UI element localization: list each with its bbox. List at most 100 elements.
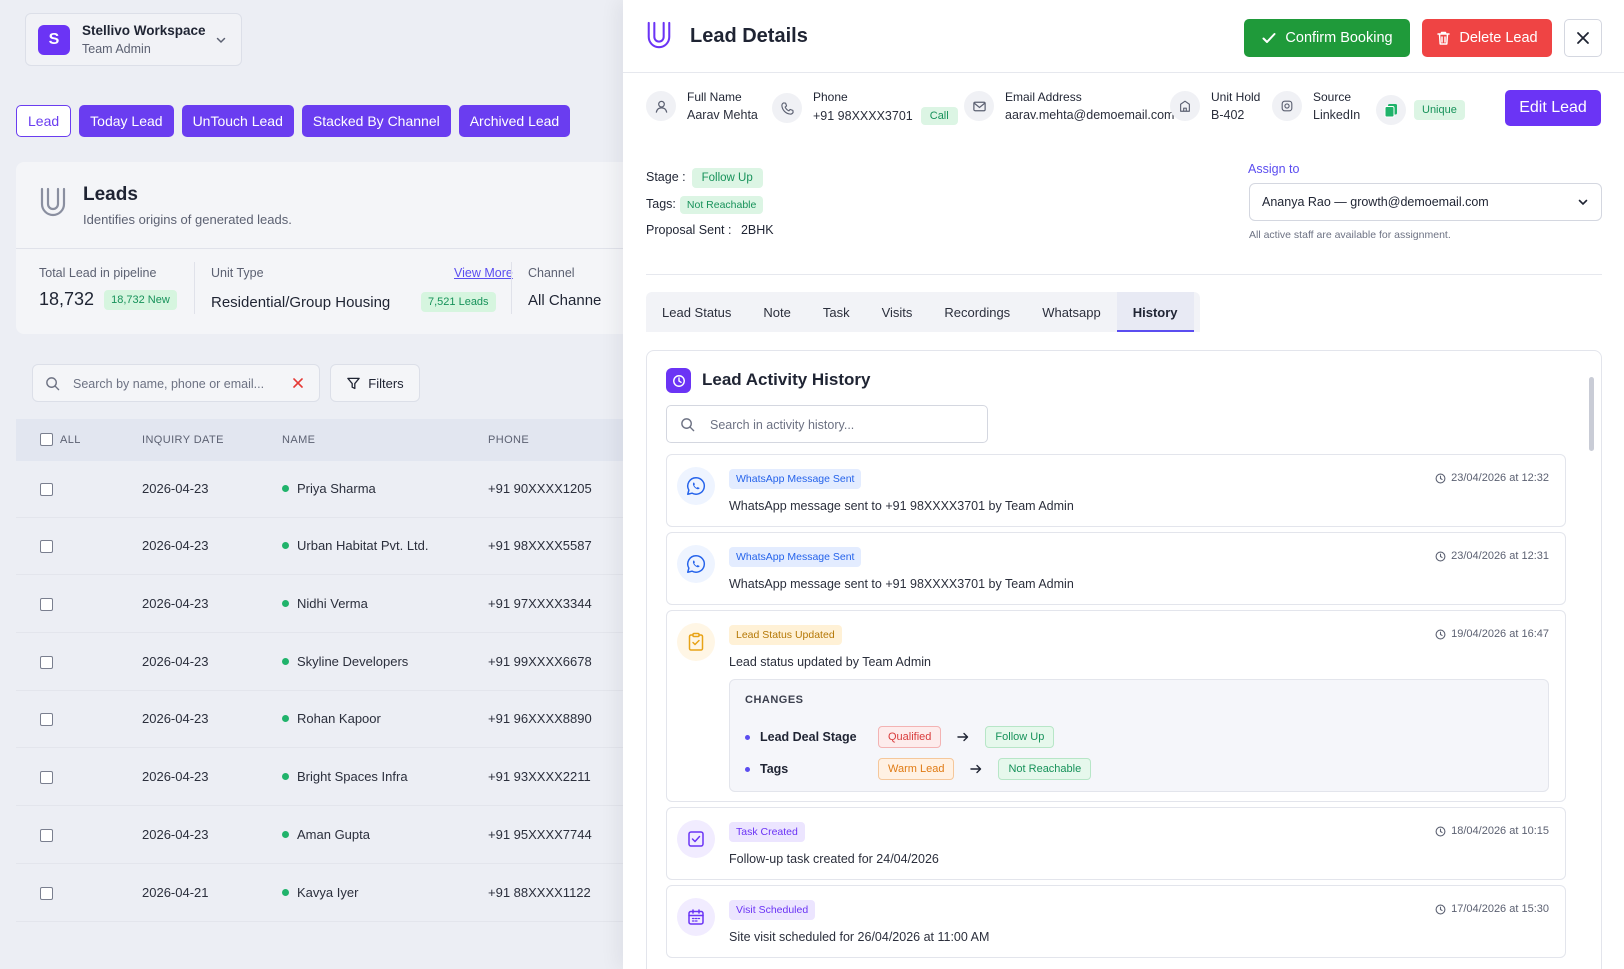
table-row[interactable]: 2026-04-23 Skyline Developers +91 99XXXX… xyxy=(16,634,623,691)
tab-visits[interactable]: Visits xyxy=(866,292,929,332)
event-timestamp: 23/04/2026 at 12:32 xyxy=(1435,472,1549,484)
tab-untouch-lead[interactable]: UnTouch Lead xyxy=(181,105,294,137)
table-row[interactable]: 2026-04-23 Aman Gupta +91 95XXXX7744 xyxy=(16,807,623,864)
workspace-name: Stellivo Workspace xyxy=(82,23,206,38)
leads-table-header: ALL INQUIRY DATE NAME PHONE xyxy=(16,419,623,461)
row-checkbox[interactable] xyxy=(40,483,53,496)
table-row[interactable]: 2026-04-23 Bright Spaces Infra +91 93XXX… xyxy=(16,749,623,806)
clock-icon xyxy=(1435,473,1446,483)
tab-recordings[interactable]: Recordings xyxy=(928,292,1026,332)
tab-lead[interactable]: Lead xyxy=(16,105,72,137)
lead-details-drawer: Lead Details Confirm Booking Delete Lead… xyxy=(623,0,1624,969)
change-item: Tags Warm Lead Not Reachable xyxy=(745,758,1092,780)
clock-icon xyxy=(1435,629,1446,639)
tab-lead-status[interactable]: Lead Status xyxy=(646,292,747,332)
edit-lead-button[interactable]: Edit Lead xyxy=(1505,90,1601,126)
stat-unit-type: Unit Type Residential/Group Housing 7,521… xyxy=(211,266,496,312)
table-row[interactable]: 2026-04-23 Rohan Kapoor +91 96XXXX8890 xyxy=(16,691,623,748)
lead-stage: Stage : Follow Up xyxy=(646,168,763,188)
row-checkbox[interactable] xyxy=(40,713,53,726)
workspace-switcher[interactable]: S Stellivo Workspace Team Admin xyxy=(25,13,242,66)
event-description: WhatsApp message sent to +91 98XXXX3701 … xyxy=(729,577,1074,591)
activity-item: Task Created Follow-up task created for … xyxy=(666,807,1566,880)
event-tag: Visit Scheduled xyxy=(729,900,816,920)
event-timestamp: 19/04/2026 at 16:47 xyxy=(1435,628,1549,640)
tab-today-lead[interactable]: Today Lead xyxy=(79,105,174,137)
confirm-booking-button[interactable]: Confirm Booking xyxy=(1244,19,1410,57)
detail-tabs: Lead Status Note Task Visits Recordings … xyxy=(646,292,1200,332)
event-tag: Task Created xyxy=(729,822,805,842)
workspace-avatar: S xyxy=(38,25,70,55)
history-search-input[interactable]: Search in activity history... xyxy=(666,405,988,443)
proposal-sent: Proposal Sent : 2BHK xyxy=(646,223,774,237)
search-icon xyxy=(45,376,60,391)
clock-icon xyxy=(1435,826,1446,836)
tab-task[interactable]: Task xyxy=(807,292,866,332)
tab-whatsapp[interactable]: Whatsapp xyxy=(1026,292,1117,332)
arrow-right-icon xyxy=(957,732,969,742)
row-checkbox[interactable] xyxy=(40,887,53,900)
close-icon xyxy=(1576,31,1590,45)
clear-search-icon[interactable] xyxy=(291,376,305,390)
event-timestamp: 18/04/2026 at 10:15 xyxy=(1435,825,1549,837)
activity-item: Visit Scheduled Site visit scheduled for… xyxy=(666,885,1566,958)
calendar-icon xyxy=(677,898,715,936)
check-icon xyxy=(1261,30,1277,46)
select-all-checkbox[interactable] xyxy=(40,433,53,446)
phone-icon xyxy=(772,93,802,123)
unit-hold-value: B-402 xyxy=(1211,108,1245,122)
delete-lead-button[interactable]: Delete Lead xyxy=(1422,19,1552,57)
history-scrollbar[interactable] xyxy=(1588,363,1594,953)
chevron-down-icon xyxy=(1577,196,1589,208)
table-row[interactable]: 2026-04-23 Nidhi Verma +91 97XXXX3344 xyxy=(16,576,623,633)
scrollbar-thumb[interactable] xyxy=(1589,377,1594,451)
filters-button[interactable]: Filters xyxy=(330,364,420,402)
magnet-icon xyxy=(38,186,68,220)
table-row[interactable]: 2026-04-23 Urban Habitat Pvt. Ltd. +91 9… xyxy=(16,518,623,575)
call-button[interactable]: Call xyxy=(920,107,958,125)
activity-item: WhatsApp Message Sent WhatsApp message s… xyxy=(666,454,1566,527)
leads-summary-card: Leads Identifies origins of generated le… xyxy=(16,162,623,334)
lead-tags: Tags: Not Reachable xyxy=(646,196,764,214)
table-row[interactable]: 2026-04-21 Kavya Iyer +91 88XXXX1122 xyxy=(16,865,623,922)
lead-search-input[interactable]: Search by name, phone or email... xyxy=(32,364,320,402)
table-row[interactable]: 2026-04-23 Priya Sharma +91 90XXXX1205 xyxy=(16,461,623,518)
assign-label: Assign to xyxy=(1248,162,1300,176)
event-description: Site visit scheduled for 26/04/2026 at 1… xyxy=(729,930,990,944)
stat-total-lead: Total Lead in pipeline 18,732 18,732 New xyxy=(39,266,177,311)
row-checkbox[interactable] xyxy=(40,656,53,669)
info-unit-hold: Unit Hold B-402 xyxy=(1170,90,1260,122)
view-more-link[interactable]: View More xyxy=(454,266,513,280)
stat-channel: Channel All Channe xyxy=(528,266,602,309)
workspace-role: Team Admin xyxy=(82,42,151,56)
tab-history[interactable]: History xyxy=(1116,292,1194,332)
new-lead-badge: 18,732 New xyxy=(104,290,177,311)
row-checkbox[interactable] xyxy=(40,598,53,611)
magnet-icon xyxy=(645,20,673,52)
clock-icon xyxy=(1435,551,1446,561)
info-unique: Unique xyxy=(1376,95,1465,125)
tab-note[interactable]: Note xyxy=(747,292,806,332)
task-check-icon xyxy=(677,820,715,858)
event-timestamp: 23/04/2026 at 12:31 xyxy=(1435,550,1549,562)
event-tag: WhatsApp Message Sent xyxy=(729,547,862,567)
row-checkbox[interactable] xyxy=(40,771,53,784)
info-phone: Phone +91 98XXXX3701 Call xyxy=(772,90,958,126)
activity-item: WhatsApp Message Sent WhatsApp message s… xyxy=(666,532,1566,605)
copy-icon xyxy=(1376,95,1406,125)
unit-leads-badge: 7,521 Leads xyxy=(421,292,496,312)
assign-select[interactable]: Ananya Rao — growth@demoemail.com xyxy=(1249,183,1602,221)
phone-value: +91 98XXXX3701 xyxy=(813,109,913,123)
tab-stacked-by-channel[interactable]: Stacked By Channel xyxy=(301,105,451,137)
row-checkbox[interactable] xyxy=(40,540,53,553)
source-icon xyxy=(1272,91,1302,121)
row-checkbox[interactable] xyxy=(40,829,53,842)
event-description: Follow-up task created for 24/04/2026 xyxy=(729,852,939,866)
new-value-badge: Follow Up xyxy=(985,726,1055,748)
close-drawer-button[interactable] xyxy=(1564,19,1602,57)
tab-archived-lead[interactable]: Archived Lead xyxy=(458,105,571,137)
arrow-right-icon xyxy=(970,764,982,774)
event-timestamp: 17/04/2026 at 15:30 xyxy=(1435,903,1549,915)
event-description: WhatsApp message sent to +91 98XXXX3701 … xyxy=(729,499,1074,513)
whatsapp-icon xyxy=(677,545,715,583)
